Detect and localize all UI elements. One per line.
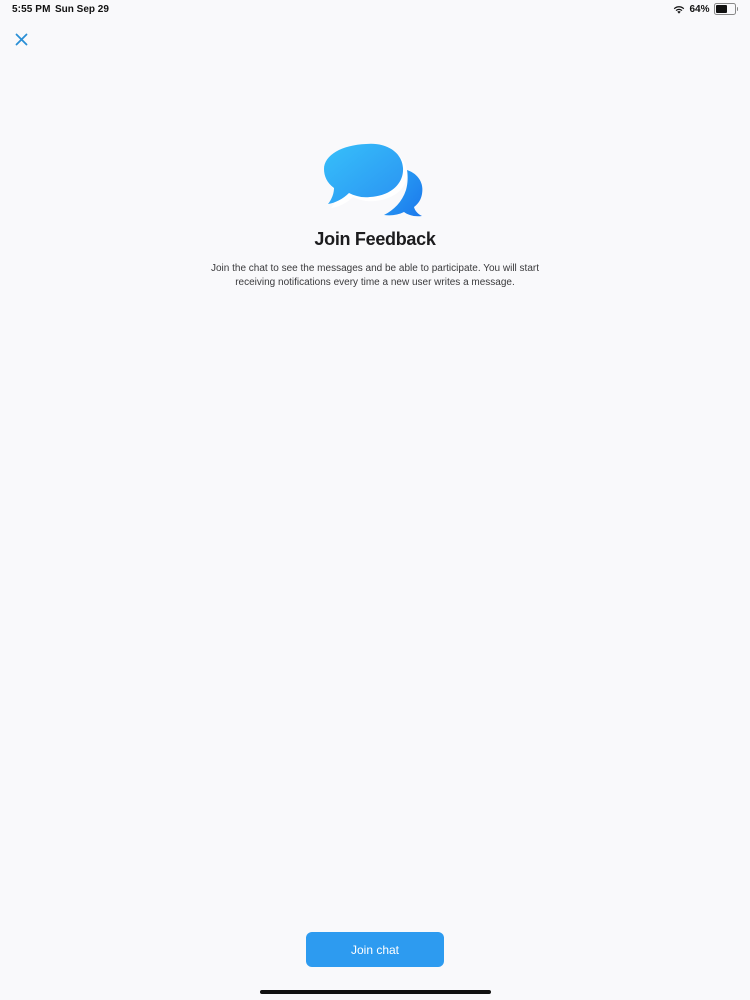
- battery-level-fill: [715, 5, 728, 13]
- wifi-icon: [673, 5, 685, 14]
- status-time: 5:55 PM: [12, 4, 51, 15]
- status-bar: 5:55 PM Sun Sep 29 64%: [0, 0, 750, 20]
- close-button[interactable]: [10, 28, 32, 50]
- home-indicator[interactable]: [260, 990, 491, 994]
- close-icon: [15, 33, 27, 45]
- page-title: Join Feedback: [314, 229, 436, 249]
- status-indicators: 64%: [673, 3, 738, 15]
- battery-percent: 64%: [689, 3, 710, 15]
- join-feedback-screen: 5:55 PM Sun Sep 29 64% Join Feedback Joi…: [0, 0, 750, 1000]
- join-chat-button[interactable]: Join chat: [306, 932, 444, 967]
- chat-bubbles-icon: [322, 140, 428, 222]
- status-date: Sun Sep 29: [55, 4, 109, 15]
- page-description: Join the chat to see the messages and be…: [211, 263, 539, 288]
- battery-icon: [713, 3, 738, 15]
